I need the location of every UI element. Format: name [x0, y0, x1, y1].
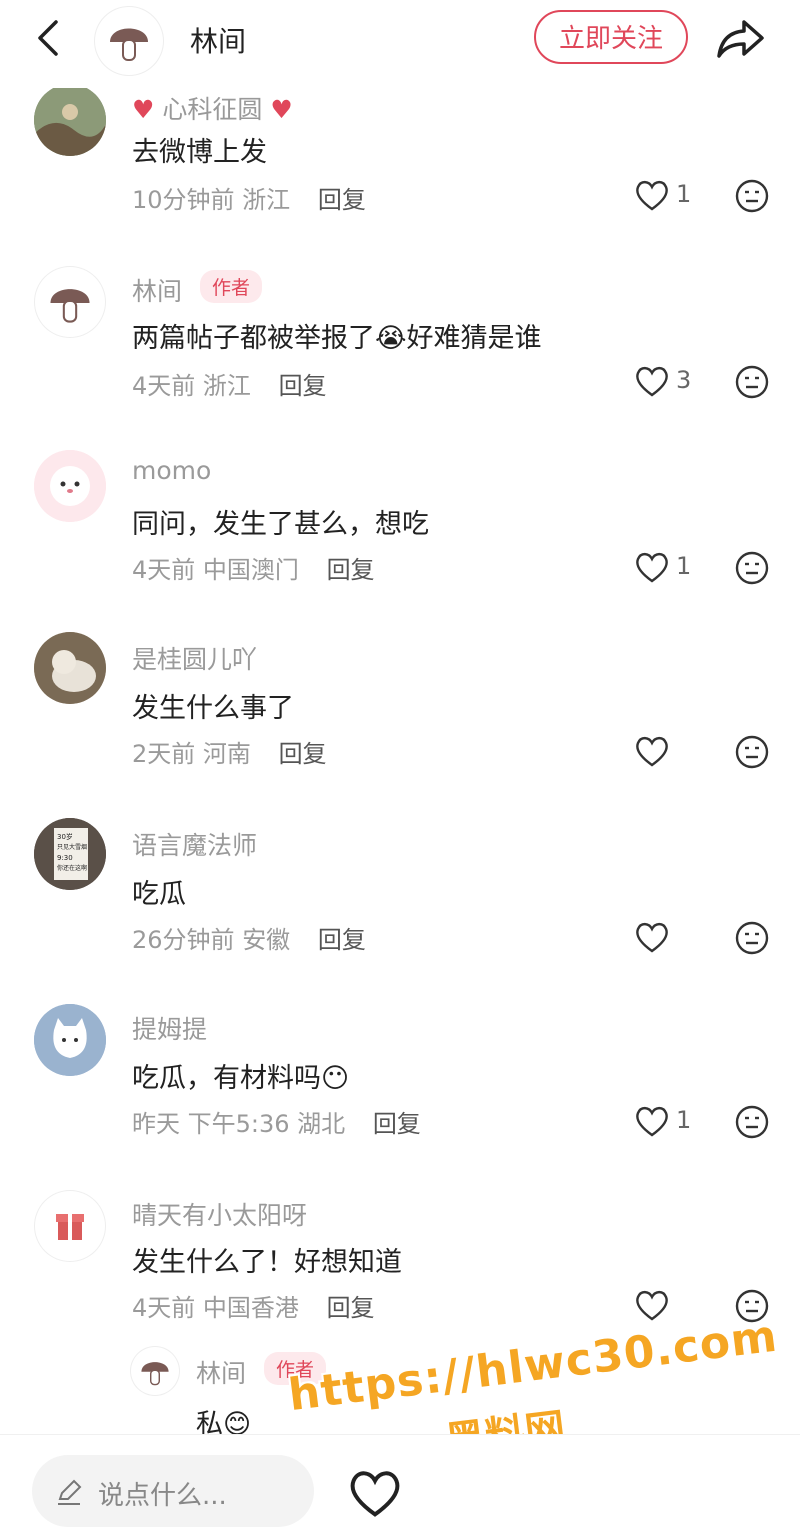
comment-meta: 2天前 河南 回复 [132, 740, 327, 768]
comment-item: 是桂圆儿吖 发生什么事了 2天前 河南 回复 [0, 632, 800, 818]
comment-text: 发生什么事了 [132, 693, 294, 724]
gift-icon [56, 1214, 84, 1240]
like-icon[interactable] [634, 550, 670, 584]
user-name[interactable]: ♥ 心科征圆 ♥ [132, 90, 293, 126]
emoji-reaction-icon[interactable] [734, 178, 770, 214]
comment-text: 同问，发生了甚么，想吃 [132, 509, 429, 540]
author-avatar[interactable] [94, 6, 164, 76]
user-avatar[interactable] [34, 450, 106, 522]
user-name[interactable]: momo [132, 456, 211, 485]
comment-text: 吃瓜 [132, 879, 186, 910]
like-icon[interactable] [634, 1104, 670, 1138]
svg-text:30岁: 30岁 [57, 832, 73, 841]
comment-text: 两篇帖子都被举报了😭好难猜是谁 [132, 323, 542, 354]
like-count: 1 [676, 552, 692, 580]
mushroom-icon [50, 289, 90, 323]
mushroom-icon [141, 1362, 169, 1386]
user-name[interactable]: 林间 [132, 272, 182, 308]
reply-button[interactable]: 回复 [279, 372, 327, 400]
comment-text: 去微博上发 [132, 137, 267, 168]
cute-character-icon [34, 450, 106, 522]
comment-input[interactable]: 说点什么... [32, 1455, 314, 1527]
svg-text:你还在这啊: 你还在这啊 [57, 864, 87, 872]
user-avatar[interactable] [34, 266, 106, 338]
user-avatar[interactable] [130, 1346, 180, 1396]
cat-photo-icon [34, 632, 106, 704]
user-avatar[interactable] [34, 84, 106, 156]
comment-item: ♥ 心科征圆 ♥ 去微博上发 10分钟前 浙江 回复 1 [0, 74, 800, 260]
back-arrow-icon[interactable] [28, 16, 72, 60]
user-name[interactable]: 晴天有小太阳呀 [132, 1196, 307, 1232]
pencil-icon [58, 1479, 82, 1505]
reply-button[interactable]: 回复 [318, 186, 366, 214]
poster-photo-icon: 30岁 只见大雪烟 9:30 你还在这啊 [34, 818, 106, 890]
reply-button[interactable]: 回复 [373, 1110, 421, 1138]
comment-item: 30岁 只见大雪烟 9:30 你还在这啊 语言魔法师 吃瓜 26分钟前 安徽 回… [0, 818, 800, 1004]
like-icon[interactable] [634, 1288, 670, 1322]
heart-icon: ♥ [132, 95, 155, 124]
comment-item: momo 同问，发生了甚么，想吃 4天前 中国澳门 回复 1 [0, 446, 800, 632]
reply-button[interactable]: 回复 [318, 926, 366, 954]
comment-meta: 10分钟前 浙江 回复 [132, 186, 366, 214]
like-icon[interactable] [634, 178, 670, 212]
emoji-reaction-icon[interactable] [734, 920, 770, 956]
reply-button[interactable]: 回复 [327, 1294, 375, 1322]
svg-text:只见大雪烟: 只见大雪烟 [57, 843, 87, 851]
like-count: 3 [676, 366, 692, 394]
user-name[interactable]: 语言魔法师 [132, 826, 257, 862]
reply-button[interactable]: 回复 [279, 740, 327, 768]
user-avatar[interactable] [34, 1004, 106, 1076]
comment-meta: 昨天 下午5:36 湖北 回复 [132, 1110, 421, 1138]
author-name[interactable]: 林间 [190, 20, 246, 60]
like-icon[interactable] [634, 920, 670, 954]
comment-item: 林间 作者 两篇帖子都被举报了😭好难猜是谁 4天前 浙江 回复 3 [0, 260, 800, 446]
like-count: 1 [676, 1106, 692, 1134]
like-count: 1 [676, 180, 692, 208]
user-name[interactable]: 林间 [196, 1354, 246, 1390]
comment-text: 发生什么了！好想知道 [132, 1247, 402, 1278]
user-avatar[interactable] [34, 1190, 106, 1262]
heart-icon: ♥ [270, 95, 293, 124]
svg-text:9:30: 9:30 [57, 854, 73, 862]
share-icon[interactable] [714, 14, 766, 62]
reply-button[interactable]: 回复 [327, 556, 375, 584]
emoji-reaction-icon[interactable] [734, 734, 770, 770]
like-icon[interactable] [634, 364, 670, 398]
comment-meta: 4天前 中国香港 回复 [132, 1294, 375, 1322]
top-bar: 林间 立即关注 [0, 0, 800, 88]
comment-item: 提姆提 吃瓜，有材料吗😶 昨天 下午5:36 湖北 回复 1 [0, 1004, 800, 1190]
input-placeholder: 说点什么... [98, 1481, 227, 1511]
white-cat-icon [34, 1004, 106, 1076]
like-icon[interactable] [634, 734, 670, 768]
emoji-reaction-icon[interactable] [734, 1104, 770, 1140]
like-post-icon[interactable] [346, 1467, 404, 1519]
comment-meta: 26分钟前 安徽 回复 [132, 926, 366, 954]
user-avatar[interactable] [34, 632, 106, 704]
user-avatar[interactable]: 30岁 只见大雪烟 9:30 你还在这啊 [34, 818, 106, 890]
comment-text: 吃瓜，有材料吗😶 [132, 1063, 350, 1094]
author-badge: 作者 [200, 270, 263, 303]
mushroom-icon [110, 28, 148, 61]
comment-meta: 4天前 浙江 回复 [132, 372, 327, 400]
comment-meta: 4天前 中国澳门 回复 [132, 556, 375, 584]
emoji-reaction-icon[interactable] [734, 364, 770, 400]
follow-button[interactable]: 立即关注 [534, 10, 688, 64]
emoji-reaction-icon[interactable] [734, 550, 770, 586]
photo-avatar-icon [34, 84, 106, 156]
user-name[interactable]: 提姆提 [132, 1010, 207, 1046]
user-name[interactable]: 是桂圆儿吖 [132, 640, 257, 676]
bottom-bar: 说点什么... [0, 1434, 800, 1527]
